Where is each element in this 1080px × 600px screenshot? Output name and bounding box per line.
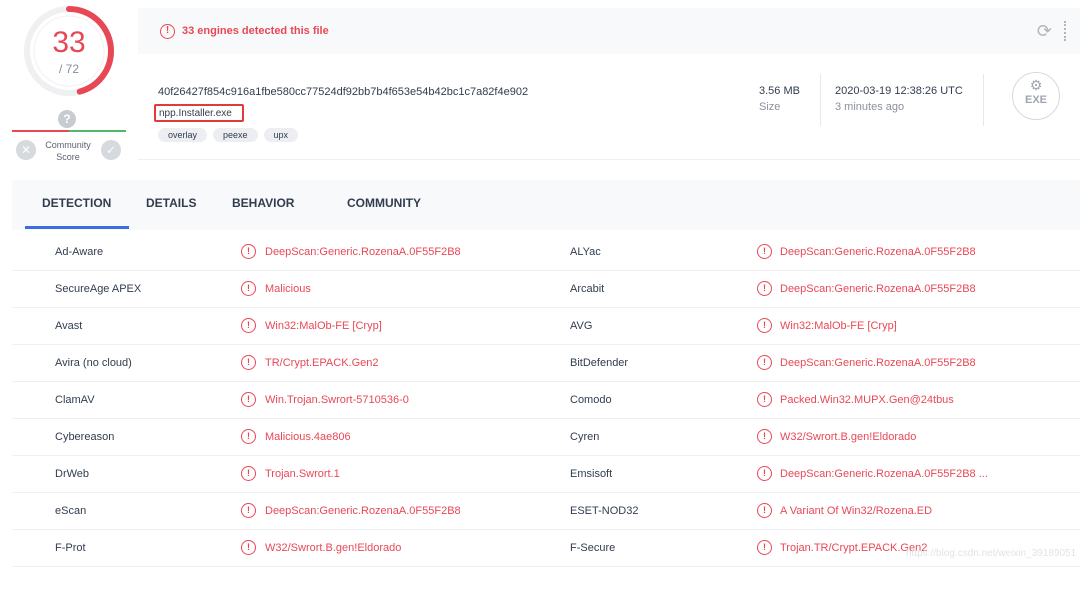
file-tags: overlay peexe upx [158, 128, 299, 142]
scan-date-value: 2020-03-19 12:38:26 UTC [835, 85, 963, 97]
detection-score-gauge: 33 / 72 [22, 4, 116, 98]
malicious-icon: ! [241, 540, 256, 555]
help-icon[interactable]: ? [58, 110, 76, 128]
engine-name: Cyren [570, 431, 600, 443]
tab-community[interactable]: COMMUNITY [347, 196, 421, 210]
engine-name: Avira (no cloud) [55, 357, 132, 369]
engine-name: Emsisoft [570, 468, 613, 480]
table-row: ClamAV! Win.Trojan.Swrort-5710536-0 Comodo… [12, 382, 1080, 419]
table-row: Avira (no cloud)! TR/Crypt.EPACK.Gen2 BitD… [12, 345, 1080, 382]
detection-result: Win32:MalOb-FE [Cryp] [780, 320, 897, 332]
tag-peexe[interactable]: peexe [213, 128, 258, 142]
engine-name: SecureAge APEX [55, 283, 142, 295]
malicious-icon: ! [241, 392, 256, 407]
engine-name: DrWeb [55, 468, 90, 480]
detection-result: Win.Trojan.Swrort-5710536-0 [265, 394, 409, 406]
engine-name: ESET-NOD32 [570, 505, 639, 517]
alert-icon: ! [160, 24, 175, 39]
engine-name: eScan [55, 505, 87, 517]
divider [983, 74, 984, 126]
table-row: Ad-Aware! DeepScan:Generic.RozenaA.0F55F2… [12, 234, 1080, 271]
detection-result: Win32:MalOb-FE [Cryp] [265, 320, 382, 332]
detection-alert-text: 33 engines detected this file [182, 25, 329, 37]
malicious-icon: ! [241, 244, 256, 259]
malicious-icon: ! [757, 355, 772, 370]
detection-result: Malicious [265, 283, 311, 295]
malicious-icon: ! [241, 318, 256, 333]
community-score-label: Community Score [45, 140, 91, 162]
malicious-icon: ! [757, 392, 772, 407]
tab-behavior[interactable]: BEHAVIOR [232, 196, 294, 210]
engine-name: AVG [570, 320, 593, 332]
detection-count: 33 [52, 26, 86, 59]
malicious-icon: ! [757, 540, 772, 555]
detection-result: W32/Swrort.B.gen!Eldorado [265, 542, 402, 554]
malicious-icon: ! [757, 503, 772, 518]
malicious-icon: ! [241, 503, 256, 518]
detection-result: DeepScan:Generic.RozenaA.0F55F2B8 [265, 505, 461, 517]
malicious-icon: ! [757, 429, 772, 444]
engine-name: Ad-Aware [55, 246, 104, 258]
table-row: SecureAge APEX! Malicious Arcabit! DeepScan… [12, 271, 1080, 308]
file-type-badge: ⚙ EXE [1012, 72, 1060, 120]
engine-name: ALYac [570, 246, 601, 258]
engine-name: Arcabit [570, 283, 605, 295]
file-type-label: EXE [1024, 94, 1047, 106]
detection-result: Malicious.4ae806 [265, 431, 351, 443]
detection-result: DeepScan:Generic.RozenaA.0F55F2B8 [780, 246, 976, 258]
vote-malicious-icon[interactable]: ✕ [16, 140, 36, 160]
engine-name: F-Secure [570, 542, 616, 554]
detection-result: TR/Crypt.EPACK.Gen2 [265, 357, 379, 369]
watermark: https://blog.csdn.net/weixin_39189051 [906, 548, 1077, 559]
tag-overlay[interactable]: overlay [158, 128, 208, 142]
detection-result: A Variant Of Win32/Rozena.ED [780, 505, 933, 517]
file-size-label: Size [759, 101, 781, 113]
tag-upx[interactable]: upx [263, 128, 299, 142]
engine-name: Comodo [570, 394, 612, 406]
malicious-icon: ! [757, 466, 772, 481]
tab-bar: DETECTION DETAILS BEHAVIOR COMMUNITY [12, 180, 1080, 230]
graph-icon[interactable] [1064, 21, 1078, 41]
malicious-icon: ! [757, 244, 772, 259]
detection-result: Trojan.Swrort.1 [265, 468, 340, 480]
file-size-value: 3.56 MB [759, 85, 800, 97]
table-row: DrWeb! Trojan.Swrort.1 Emsisoft! DeepScan:G… [12, 456, 1080, 493]
table-row: Cybereason! Malicious.4ae806 Cyren! W32/Swr… [12, 419, 1080, 456]
file-type-icon: ⚙ [1029, 77, 1043, 93]
scan-date-relative: 3 minutes ago [835, 101, 905, 113]
engine-total: / 72 [58, 62, 79, 76]
detection-result: DeepScan:Generic.RozenaA.0F55F2B8 [780, 283, 976, 295]
engine-name: F-Prot [55, 542, 86, 554]
malicious-icon: ! [241, 281, 256, 296]
file-hash[interactable]: 40f26427f854c916a1fbe580cc77524df92bb7b4… [158, 86, 528, 98]
active-tab-indicator [25, 226, 129, 229]
detection-result: DeepScan:Generic.RozenaA.0F55F2B8 [265, 246, 461, 258]
malicious-icon: ! [241, 355, 256, 370]
engine-name: ClamAV [55, 394, 95, 406]
divider [820, 74, 821, 126]
malicious-icon: ! [757, 281, 772, 296]
engine-name: BitDefender [570, 357, 629, 369]
table-row: Avast! Win32:MalOb-FE [Cryp] AVG! Win32:Mal… [12, 308, 1080, 345]
detection-result: Packed.Win32.MUPX.Gen@24tbus [780, 394, 954, 406]
malicious-icon: ! [757, 318, 772, 333]
detection-result: W32/Swrort.B.gen!Eldorado [780, 431, 917, 443]
refresh-icon[interactable]: ⟳ [1037, 21, 1052, 42]
malicious-icon: ! [241, 429, 256, 444]
community-score-bar [12, 130, 126, 132]
vote-harmless-icon[interactable]: ✓ [101, 140, 121, 160]
malicious-icon: ! [241, 466, 256, 481]
tab-detection[interactable]: DETECTION [42, 196, 111, 210]
engine-name: Avast [55, 320, 83, 332]
detection-alert-bar: ! 33 engines detected this file ⟳ [138, 8, 1080, 54]
detection-table: Ad-Aware! DeepScan:Generic.RozenaA.0F55F2… [12, 234, 1080, 567]
detection-result: DeepScan:Generic.RozenaA.0F55F2B8 [780, 357, 976, 369]
tab-details[interactable]: DETAILS [146, 196, 196, 210]
file-summary-card: 40f26427f854c916a1fbe580cc77524df92bb7b4… [138, 54, 1080, 160]
detection-result: DeepScan:Generic.RozenaA.0F55F2B8 ... [780, 468, 988, 480]
engine-name: Cybereason [55, 431, 115, 443]
file-name: npp.Installer.exe [154, 104, 244, 122]
table-row: eScan! DeepScan:Generic.RozenaA.0F55F2B8 E… [12, 493, 1080, 530]
